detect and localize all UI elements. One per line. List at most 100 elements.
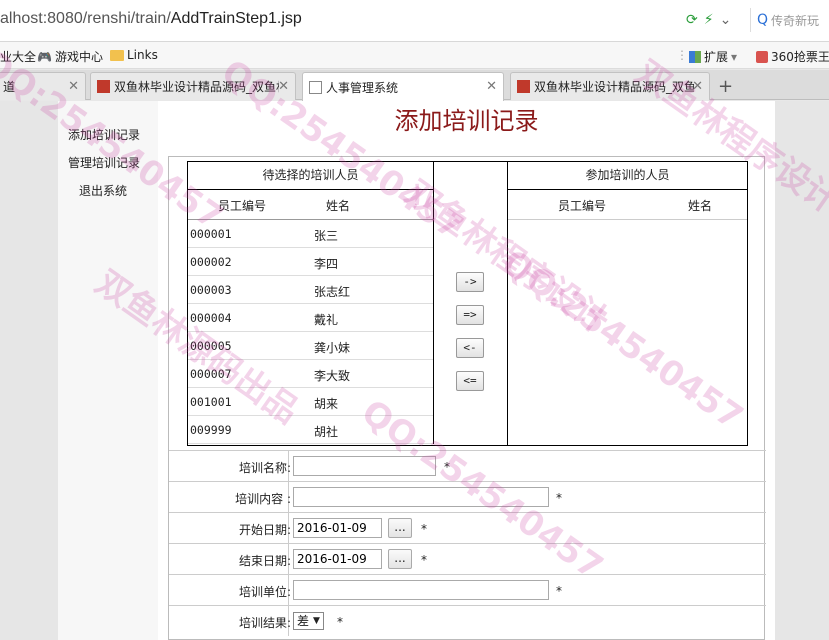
row-end-date: 结束日期: ... *	[169, 543, 766, 574]
available-employee-list[interactable]: 000001 张三 000002 李四 000003 张志红 000004 戴礼 000005 龚…	[188, 220, 434, 444]
sidebar: 添加培训记录 管理培训记录 退出系统	[58, 101, 158, 640]
train-name-input[interactable]	[293, 456, 436, 476]
employee-name: 胡来	[314, 397, 339, 411]
required-mark: *	[444, 460, 450, 474]
tab-title: 人事管理系统	[326, 80, 399, 95]
add-one-button[interactable]: ->	[456, 272, 484, 292]
add-all-button[interactable]: =>	[456, 305, 484, 325]
bookmark-label: 业大全	[0, 50, 37, 64]
row-train-result: 培训结果: 差 ▼ *	[169, 605, 766, 636]
start-date-input[interactable]	[293, 518, 382, 538]
list-item[interactable]: 001001 胡来	[188, 388, 433, 416]
sidebar-item-logout[interactable]: 退出系统	[79, 182, 127, 199]
employee-name: 戴礼	[314, 313, 339, 327]
chevron-down-icon: ▼	[313, 616, 320, 626]
left-column-headers: 员工编号 姓名	[188, 190, 434, 220]
sidebar-item-manage[interactable]: 管理培训记录	[68, 154, 140, 171]
extensions-button[interactable]: 扩展 ▾	[689, 48, 737, 65]
required-mark: *	[556, 491, 562, 505]
start-date-picker-button[interactable]: ...	[388, 518, 412, 538]
url-field[interactable]: alhost:8080/renshi/train/AddTrainStep1.j…	[0, 10, 302, 28]
train-unit-input[interactable]	[293, 580, 549, 600]
ticket-icon	[756, 50, 768, 63]
extensions-icon	[689, 50, 701, 63]
employee-id: 000002	[190, 255, 232, 269]
close-icon[interactable]: ✕	[68, 79, 79, 94]
tab-title: 道	[3, 80, 16, 94]
employee-name: 张三	[314, 229, 339, 243]
bookmarks-bar: 业大全 🎮 游戏中心 Links ⋮ 扩展 ▾ 360抢票王	[0, 42, 829, 69]
bookmark-label: 游戏中心	[54, 50, 103, 64]
site-favicon-icon	[97, 80, 110, 93]
page-favicon-icon	[309, 80, 322, 94]
tab-4[interactable]: 双鱼林毕业设计精品源码_双鱼林 ✕	[510, 72, 710, 100]
folder-icon	[110, 49, 124, 61]
page-title: 添加培训记录	[394, 107, 539, 135]
refresh-icon[interactable]: ⟳	[686, 12, 698, 28]
list-item[interactable]: 000004 戴礼	[188, 304, 433, 332]
new-tab-icon[interactable]: +	[718, 76, 733, 97]
list-item[interactable]: 009999 胡社	[188, 416, 433, 444]
selected-value: 差	[297, 614, 310, 628]
personnel-selector: 待选择的培训人员 参加培训的人员 员工编号 姓名 员工编号 姓名 000001 张…	[187, 161, 748, 446]
train-result-select[interactable]: 差 ▼	[293, 612, 324, 630]
tab-strip: 道 ✕ 双鱼林毕业设计精品源码_双鱼林 ✕ 人事管理系统 ✕ 双鱼林毕业设计精品源码_…	[0, 70, 829, 101]
address-bar[interactable]: alhost:8080/renshi/train/AddTrainStep1.j…	[0, 0, 829, 42]
bookmark-game-center[interactable]: 🎮 游戏中心	[37, 48, 103, 65]
main-content: 添加培训记录 待选择的培训人员 参加培训的人员 员工编号 姓名 员工编号 姓名 …	[158, 101, 775, 640]
tab-3-active[interactable]: 人事管理系统 ✕	[302, 72, 504, 101]
train-form: 待选择的培训人员 参加培训的人员 员工编号 姓名 员工编号 姓名 000001 张…	[168, 156, 766, 640]
site-favicon-icon	[517, 80, 530, 93]
search-box[interactable]: Q 传奇新玩	[750, 8, 829, 32]
end-date-picker-button[interactable]: ...	[388, 549, 412, 569]
train-unit-label: 培训单位:	[238, 585, 291, 599]
tab-2[interactable]: 双鱼林毕业设计精品源码_双鱼林 ✕	[90, 72, 296, 100]
employee-id: 000001	[190, 227, 232, 241]
url-page: AddTrainStep1.jsp	[170, 10, 302, 27]
col-header-name: 姓名	[688, 199, 713, 213]
more-separator: ⋮	[676, 48, 688, 62]
close-icon[interactable]: ✕	[486, 79, 497, 94]
remove-all-button[interactable]: <=	[456, 371, 484, 391]
search-placeholder: 传奇新玩	[771, 13, 820, 28]
close-icon[interactable]: ✕	[692, 79, 703, 94]
employee-id: 001001	[190, 395, 232, 409]
list-item[interactable]: 000003 张志红	[188, 276, 433, 304]
employee-id: 009999	[190, 423, 232, 437]
employee-id: 000005	[190, 339, 232, 353]
transfer-buttons: -> => <- <=	[434, 162, 508, 445]
required-mark: *	[421, 522, 427, 536]
list-item[interactable]: 000001 张三	[188, 220, 433, 248]
col-header-id: 员工编号	[558, 199, 607, 213]
bookmark-links[interactable]: Links	[110, 48, 158, 62]
url-prefix: alhost:8080/renshi/train/	[0, 10, 171, 27]
chevron-down-icon[interactable]: ⌄	[720, 12, 732, 28]
close-icon[interactable]: ✕	[278, 79, 289, 94]
end-date-input[interactable]	[293, 549, 382, 569]
right-list-title: 参加培训的人员	[508, 162, 747, 190]
list-item[interactable]: 000005 龚小妹	[188, 332, 433, 360]
employee-id: 000004	[190, 311, 232, 325]
sidebar-item-add[interactable]: 添加培训记录	[68, 126, 140, 143]
train-content-input[interactable]	[293, 487, 549, 507]
bolt-icon[interactable]: ⚡	[704, 12, 714, 28]
col-header-name: 姓名	[326, 199, 351, 213]
gamepad-icon: 🎮	[37, 49, 52, 64]
list-item[interactable]: 000002 李四	[188, 248, 433, 276]
ticket-label: 360抢票王	[771, 50, 829, 64]
tab-1[interactable]: 道 ✕	[0, 72, 86, 100]
list-item[interactable]: 000007 李大致	[188, 360, 433, 388]
employee-name: 张志红	[314, 285, 351, 299]
train-content-label: 培训内容 :	[235, 492, 291, 506]
ticket-button[interactable]: 360抢票王	[756, 48, 829, 65]
col-header-id: 员工编号	[218, 199, 267, 213]
left-list-title: 待选择的培训人员	[188, 162, 434, 190]
bookmark-label: Links	[127, 48, 158, 62]
row-train-name: 培训名称: *	[169, 450, 766, 481]
search-icon: Q	[757, 12, 769, 28]
remove-one-button[interactable]: <-	[456, 338, 484, 358]
row-train-unit: 培训单位: *	[169, 574, 766, 605]
bookmark-item[interactable]: 业大全	[0, 48, 36, 65]
employee-name: 胡社	[314, 425, 339, 439]
required-mark: *	[421, 553, 427, 567]
